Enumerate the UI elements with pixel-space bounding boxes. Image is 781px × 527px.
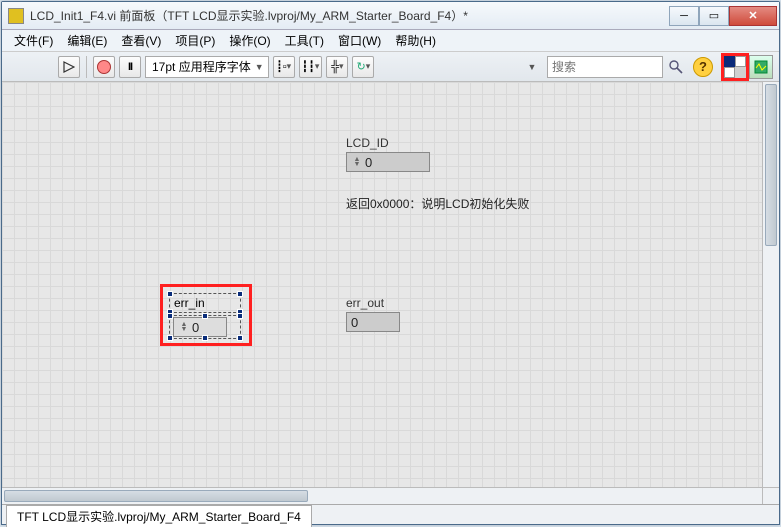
app-window: LCD_Init1_F4.vi 前面板（TFT LCD显示实验.lvproj/M… (1, 1, 780, 525)
close-button[interactable]: ✕ (729, 6, 777, 26)
horizontal-scrollbar[interactable] (2, 487, 762, 504)
resize-button[interactable]: ╬▾ (326, 56, 348, 78)
chevron-down-icon: ▾ (339, 61, 344, 72)
reorder-icon: ↻ (357, 60, 366, 73)
close-icon: ✕ (748, 9, 757, 22)
help-button[interactable]: ? (693, 57, 713, 77)
chevron-down-icon: ▾ (287, 61, 292, 72)
terminal-icon (724, 67, 735, 78)
lcd-id-value: 0 (365, 155, 372, 170)
run-button[interactable] (58, 56, 80, 78)
scroll-thumb[interactable] (765, 84, 777, 246)
err-in-value: 0 (192, 320, 199, 335)
reorder-button[interactable]: ↻▾ (352, 56, 374, 78)
search-input[interactable] (552, 60, 634, 74)
vertical-scrollbar[interactable] (762, 82, 779, 487)
menu-bar: 文件(F) 编辑(E) 查看(V) 项目(P) 操作(O) 工具(T) 窗口(W… (2, 30, 779, 52)
align-icon: ┋▫ (276, 60, 287, 73)
info-text: 返回0x0000：说明LCD初始化失败 (346, 195, 529, 212)
vi-icon[interactable] (749, 55, 773, 79)
search-box[interactable] (547, 56, 663, 78)
spin-icon: ▲▼ (351, 157, 363, 167)
oscilloscope-icon (754, 60, 768, 74)
selection-value: ▲▼ 0 (169, 315, 241, 339)
record-icon (97, 60, 111, 74)
connector-pane[interactable] (721, 53, 749, 81)
err-out-label: err_out (346, 296, 400, 310)
chevron-down-icon: ▾ (315, 61, 320, 72)
menu-tools[interactable]: 工具(T) (279, 30, 330, 51)
err-out-value: 0 (351, 315, 358, 330)
err-out-indicator[interactable]: err_out 0 (346, 296, 400, 332)
magnifier-icon (668, 59, 684, 75)
terminal-icon (735, 56, 746, 67)
separator (86, 56, 87, 78)
window-title: LCD_Init1_F4.vi 前面板（TFT LCD显示实验.lvproj/M… (30, 7, 669, 24)
window-buttons: ─ ▭ ✕ (669, 6, 777, 26)
font-selector[interactable]: 17pt 应用程序字体 ▼ (145, 56, 269, 78)
selection-label: err_in (169, 293, 241, 313)
font-label: 17pt 应用程序字体 (152, 58, 251, 75)
lcd-id-label: LCD_ID (346, 136, 430, 150)
err-in-control[interactable]: ▲▼ 0 (173, 317, 227, 337)
err-in-label: err_in (174, 296, 205, 310)
menu-window[interactable]: 窗口(W) (332, 30, 387, 51)
run-arrow-icon (63, 61, 75, 73)
pause-icon: II (128, 61, 132, 73)
status-bar: TFT LCD显示实验.lvproj/My_ARM_Starter_Board_… (2, 504, 779, 524)
maximize-icon: ▭ (709, 9, 719, 22)
menu-help[interactable]: 帮助(H) (389, 30, 442, 51)
chevron-down-icon: ▾ (366, 61, 371, 72)
spin-icon: ▲▼ (178, 322, 190, 332)
terminal-icon (735, 67, 746, 78)
menu-operate[interactable]: 操作(O) (223, 30, 276, 51)
scroll-corner (762, 487, 779, 504)
resize-icon: ╬ (331, 61, 339, 73)
minimize-button[interactable]: ─ (669, 6, 699, 26)
search-dropdown-button[interactable]: ▼ (521, 56, 543, 78)
chevron-down-icon: ▼ (255, 62, 264, 72)
menu-project[interactable]: 项目(P) (169, 30, 221, 51)
pause-button[interactable]: II (119, 56, 141, 78)
title-bar: LCD_Init1_F4.vi 前面板（TFT LCD显示实验.lvproj/M… (2, 2, 779, 30)
front-panel[interactable]: LCD_ID ▲▼ 0 返回0x0000：说明LCD初始化失败 err_in ▲… (2, 82, 779, 504)
terminal-icon (724, 56, 735, 67)
icon-connector-area (721, 53, 773, 81)
status-tab[interactable]: TFT LCD显示实验.lvproj/My_ARM_Starter_Board_… (6, 505, 312, 527)
distribute-button[interactable]: ┇┇▾ (299, 56, 323, 78)
align-button[interactable]: ┋▫▾ (273, 56, 295, 78)
scroll-thumb[interactable] (4, 490, 308, 502)
lcd-id-indicator[interactable]: LCD_ID ▲▼ 0 (346, 136, 430, 172)
search-button[interactable] (667, 58, 685, 76)
minimize-icon: ─ (680, 10, 688, 22)
maximize-button[interactable]: ▭ (699, 6, 729, 26)
chevron-down-icon: ▼ (528, 62, 537, 72)
lcd-id-value-box[interactable]: ▲▼ 0 (346, 152, 430, 172)
err-out-value-box[interactable]: 0 (346, 312, 400, 332)
distribute-icon: ┇┇ (302, 60, 315, 73)
menu-edit[interactable]: 编辑(E) (61, 30, 113, 51)
menu-view[interactable]: 查看(V) (115, 30, 167, 51)
menu-file[interactable]: 文件(F) (8, 30, 59, 51)
toolbar: II 17pt 应用程序字体 ▼ ┋▫▾ ┇┇▾ ╬▾ ↻▾ ▼ ? (2, 52, 779, 82)
run-continuous-button[interactable] (93, 56, 115, 78)
app-icon (8, 8, 24, 24)
